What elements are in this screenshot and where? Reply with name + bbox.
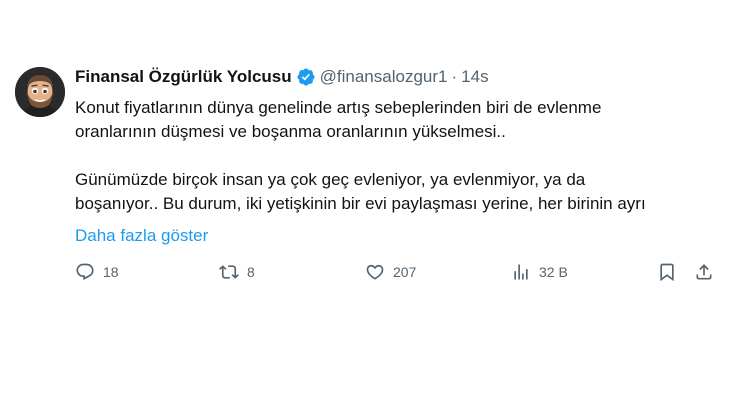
- tweet-header: Finansal Özgürlük Yolcusu @finansalozgur…: [75, 66, 489, 88]
- tweet-timestamp[interactable]: 14s: [461, 66, 488, 88]
- share-icon: [696, 264, 712, 280]
- show-more-link[interactable]: Daha fazla göster: [75, 224, 208, 248]
- tweet-line: boşanıyor.. Bu durum, iki yetişkinin bir…: [75, 194, 646, 213]
- bookmark-icon: [660, 263, 674, 282]
- author-handle[interactable]: @finansalozgur1: [320, 66, 448, 88]
- reply-count: 18: [103, 264, 119, 280]
- share-button[interactable]: [694, 262, 714, 282]
- verified-badge-icon[interactable]: [296, 67, 316, 87]
- tweet-line: Günümüzde birçok insan ya çok geç evleni…: [75, 170, 586, 189]
- tweet-actions: 18 8 207 32 B: [0, 262, 730, 288]
- header-separator: ·: [451, 67, 458, 86]
- like-count: 207: [393, 264, 417, 280]
- views-count: 32 B: [539, 264, 568, 280]
- tweet-line: Konut fiyatlarının dünya genelinde artış…: [75, 98, 602, 117]
- like-button[interactable]: 207: [365, 262, 416, 282]
- tweet-line: oranlarının düşmesi ve boşanma oranların…: [75, 122, 506, 141]
- memoji-avatar-icon: [15, 67, 65, 117]
- views-button[interactable]: 32 B: [511, 262, 568, 282]
- retweet-count: 8: [247, 264, 255, 280]
- tweet-text: Konut fiyatlarının dünya genelinde artış…: [75, 96, 715, 216]
- retweet-button[interactable]: 8: [219, 262, 255, 282]
- retweet-icon: [219, 265, 239, 279]
- reply-icon: [76, 263, 94, 281]
- views-chart-icon: [514, 264, 528, 280]
- reply-button[interactable]: 18: [75, 262, 119, 282]
- author-name[interactable]: Finansal Özgürlük Yolcusu: [75, 66, 292, 88]
- heart-icon: [366, 264, 384, 280]
- avatar[interactable]: [15, 67, 65, 117]
- bookmark-button[interactable]: [657, 262, 677, 282]
- tweet: Finansal Özgürlük Yolcusu @finansalozgur…: [0, 0, 730, 420]
